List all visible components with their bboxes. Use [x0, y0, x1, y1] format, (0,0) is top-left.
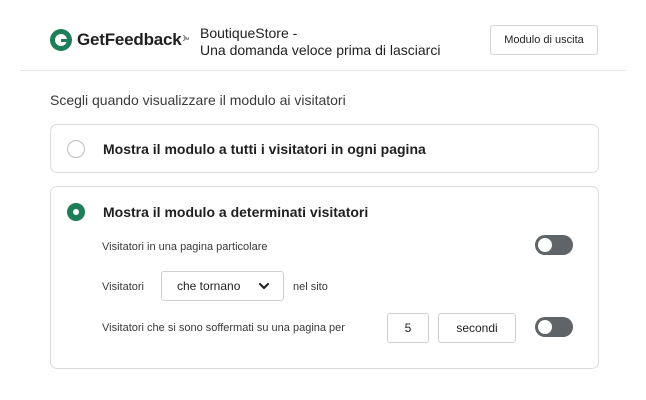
dwell-unit-select[interactable]: secondi	[438, 313, 516, 343]
option-card-all-visitors[interactable]: Mostra il modulo a tutti i visitatori in…	[50, 124, 599, 173]
visitors-type-select[interactable]: che tornano	[161, 271, 284, 301]
getfeedback-logo-icon	[50, 29, 72, 51]
chevron-right-icon: ›	[182, 29, 188, 46]
particular-page-label: Visitatori in una pagina particolare	[102, 241, 268, 253]
breadcrumb-store: BoutiqueStore -	[200, 25, 298, 41]
option-card-specific-visitors[interactable]: Mostra il modulo a determinati visitator…	[50, 186, 599, 369]
chevron-down-icon	[259, 283, 269, 289]
dwell-time-input[interactable]: 5	[387, 313, 429, 343]
breadcrumb-form-title: Una domanda veloce prima di lasciarci	[200, 42, 441, 58]
page-question: Scegli quando visualizzare il modulo ai …	[50, 92, 346, 108]
exit-form-button[interactable]: Modulo di uscita	[490, 25, 598, 55]
dwell-time-toggle[interactable]	[535, 317, 573, 337]
particular-page-toggle[interactable]	[535, 235, 573, 255]
option-label-all-visitors: Mostra il modulo a tutti i visitatori in…	[103, 141, 426, 157]
radio-all-visitors[interactable]	[67, 140, 85, 158]
visitors-type-value: che tornano	[177, 279, 241, 293]
getfeedback-logo[interactable]: GetFeedback ™	[50, 29, 190, 51]
radio-specific-visitors[interactable]	[67, 203, 85, 221]
visitors-prefix-label: Visitatori	[102, 281, 144, 293]
logo-text: GetFeedback	[77, 30, 182, 49]
option-label-specific-visitors: Mostra il modulo a determinati visitator…	[103, 204, 369, 220]
breadcrumb: BoutiqueStore - Una domanda veloce prima…	[200, 25, 440, 59]
visitors-suffix-label: nel sito	[293, 281, 328, 293]
header-divider	[20, 70, 626, 71]
dwell-time-label: Visitatori che si sono soffermati su una…	[102, 322, 345, 334]
top-header: GetFeedback ™ › BoutiqueStore - Una doma…	[0, 0, 646, 72]
